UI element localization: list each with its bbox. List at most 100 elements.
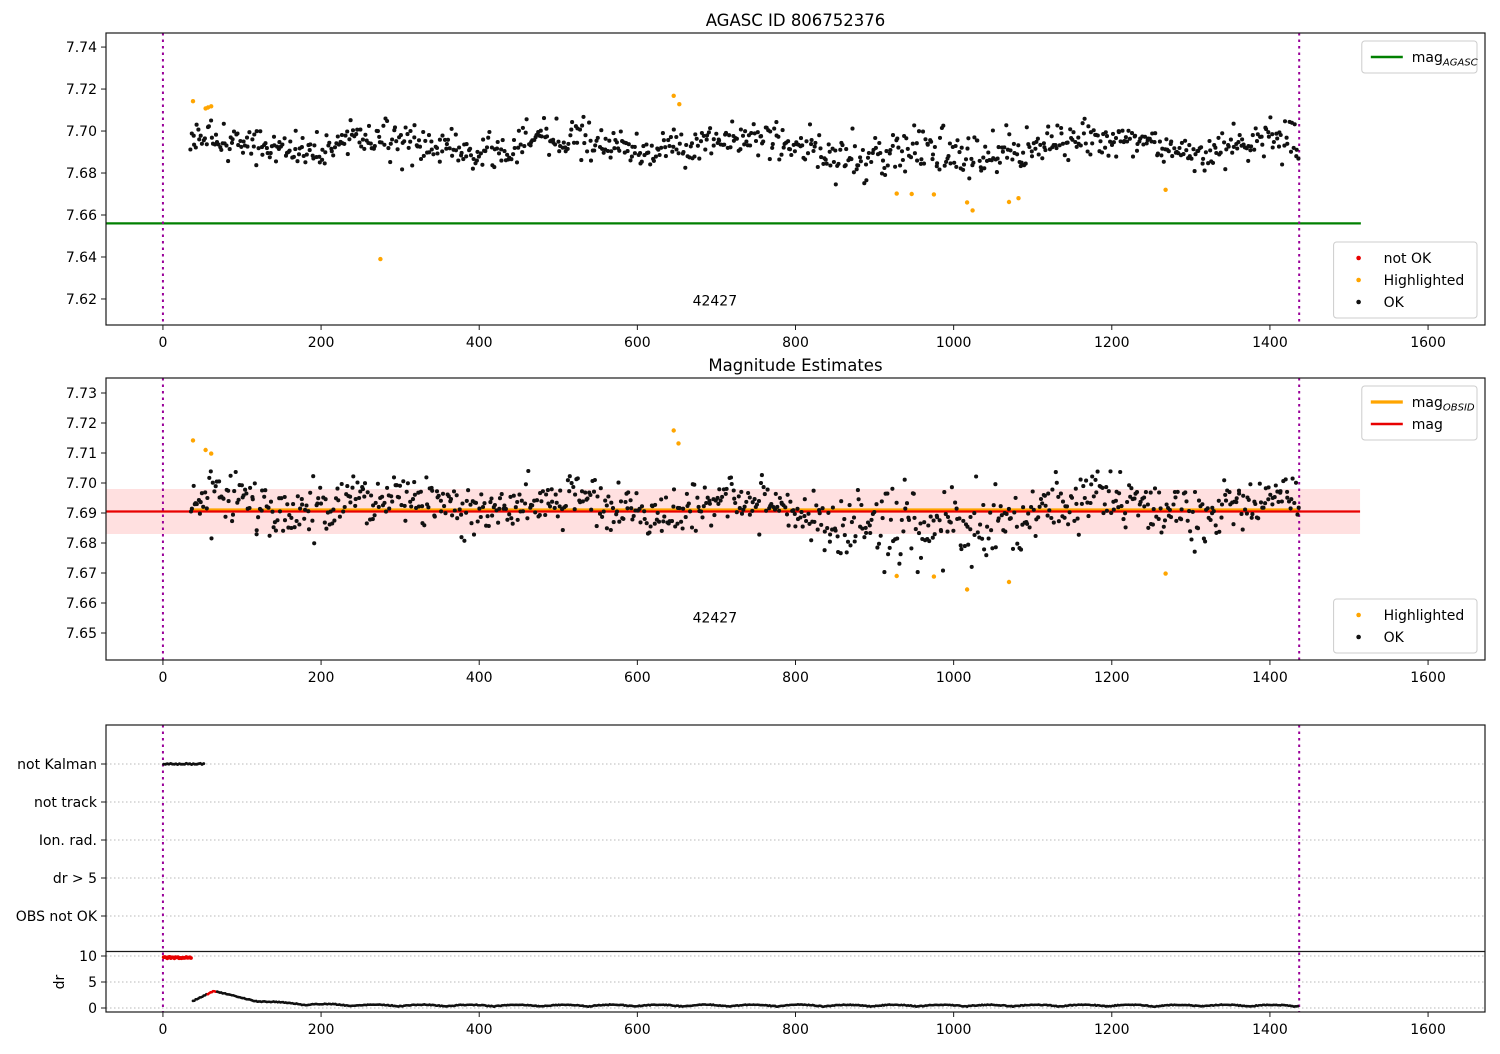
ok-point	[1118, 469, 1123, 475]
ok-point	[363, 132, 368, 137]
ok-point	[569, 127, 574, 132]
ok-point	[789, 152, 794, 158]
ok-point	[680, 526, 685, 531]
ok-point	[418, 489, 423, 494]
ok-point	[462, 538, 467, 543]
ok-point	[566, 141, 571, 146]
ok-point	[1018, 547, 1024, 552]
ok-point	[388, 160, 393, 165]
x-tick-label: 600	[624, 335, 651, 351]
ok-point	[398, 133, 403, 138]
ok-point	[614, 140, 619, 145]
ok-point	[1156, 516, 1161, 522]
ok-point	[420, 504, 425, 509]
ok-point	[874, 502, 879, 507]
ok-point	[337, 514, 342, 519]
ok-point	[1098, 139, 1103, 144]
ok-point	[668, 135, 673, 140]
plot-title: AGASC ID 806752376	[706, 11, 886, 30]
ok-point	[191, 133, 196, 138]
ok-point	[345, 129, 350, 134]
ok-point	[241, 139, 246, 144]
ok-point	[541, 116, 547, 121]
ok-point	[800, 524, 805, 529]
ok-point	[805, 151, 811, 156]
ok-point	[785, 492, 790, 497]
ok-point	[1142, 495, 1147, 500]
ok-point	[514, 160, 520, 165]
ok-point	[523, 130, 528, 135]
ok-point	[608, 155, 613, 160]
ok-point	[1037, 504, 1042, 509]
ok-point	[777, 157, 782, 162]
ok-point	[953, 500, 958, 505]
ok-point	[740, 133, 746, 138]
ok-point	[392, 125, 398, 130]
ok-point	[423, 138, 428, 143]
ok-point	[1296, 505, 1301, 510]
ok-point	[205, 495, 210, 501]
ok-point	[239, 144, 244, 149]
ok-point	[251, 144, 256, 149]
ok-point	[440, 491, 446, 496]
ok-point	[791, 508, 796, 513]
ok-point	[1081, 131, 1086, 136]
ok-point	[1191, 147, 1196, 152]
x-tick-label: 1400	[1252, 1022, 1288, 1038]
ok-point	[1085, 149, 1090, 154]
ok-point	[902, 477, 907, 482]
ok-point	[1129, 486, 1134, 491]
ok-point	[728, 145, 733, 150]
ok-point	[888, 147, 893, 153]
ok-point	[197, 511, 202, 516]
ok-point	[954, 506, 959, 511]
ok-point	[549, 487, 554, 492]
ok-point	[858, 159, 863, 164]
ok-point	[923, 137, 928, 142]
ok-point	[770, 142, 775, 147]
ok-point	[502, 149, 507, 154]
ok-point	[495, 139, 500, 145]
ok-point	[974, 474, 979, 479]
ok-point	[626, 142, 631, 147]
ok-point	[1041, 141, 1046, 146]
ok-point	[646, 150, 651, 155]
ok-point	[1231, 121, 1236, 126]
ok-point	[339, 132, 344, 138]
ok-point	[1111, 507, 1116, 512]
ok-point	[809, 137, 814, 143]
ok-point	[836, 161, 841, 166]
x-tick-label: 0	[158, 670, 167, 686]
ok-point	[248, 485, 253, 490]
ok-point	[482, 501, 487, 506]
ok-point	[850, 126, 855, 131]
x-tick-label: 800	[782, 670, 809, 686]
ok-point	[983, 144, 988, 149]
ok-point	[806, 511, 811, 516]
ok-point	[718, 498, 723, 503]
ok-point	[1103, 130, 1108, 135]
ok-point	[1185, 518, 1190, 523]
ok-point	[429, 139, 434, 144]
ok-point	[209, 135, 214, 140]
ok-point	[601, 509, 606, 514]
ok-point	[1005, 155, 1010, 160]
ok-point	[704, 137, 709, 142]
ok-point	[417, 144, 423, 149]
ok-point	[885, 491, 890, 496]
ok-point	[1021, 505, 1026, 510]
ok-point	[592, 477, 597, 483]
ok-point	[431, 152, 436, 157]
ok-point	[406, 145, 411, 150]
ok-point	[355, 480, 360, 485]
ok-point	[271, 134, 277, 139]
ok-point	[1211, 509, 1216, 514]
ok-point	[288, 139, 293, 144]
ok-point	[1130, 154, 1136, 159]
ok-point	[1055, 123, 1060, 128]
ok-point	[199, 141, 204, 146]
ok-point	[684, 491, 689, 496]
ok-point	[405, 132, 410, 137]
ok-point	[1184, 148, 1189, 153]
ok-point	[1240, 527, 1245, 532]
